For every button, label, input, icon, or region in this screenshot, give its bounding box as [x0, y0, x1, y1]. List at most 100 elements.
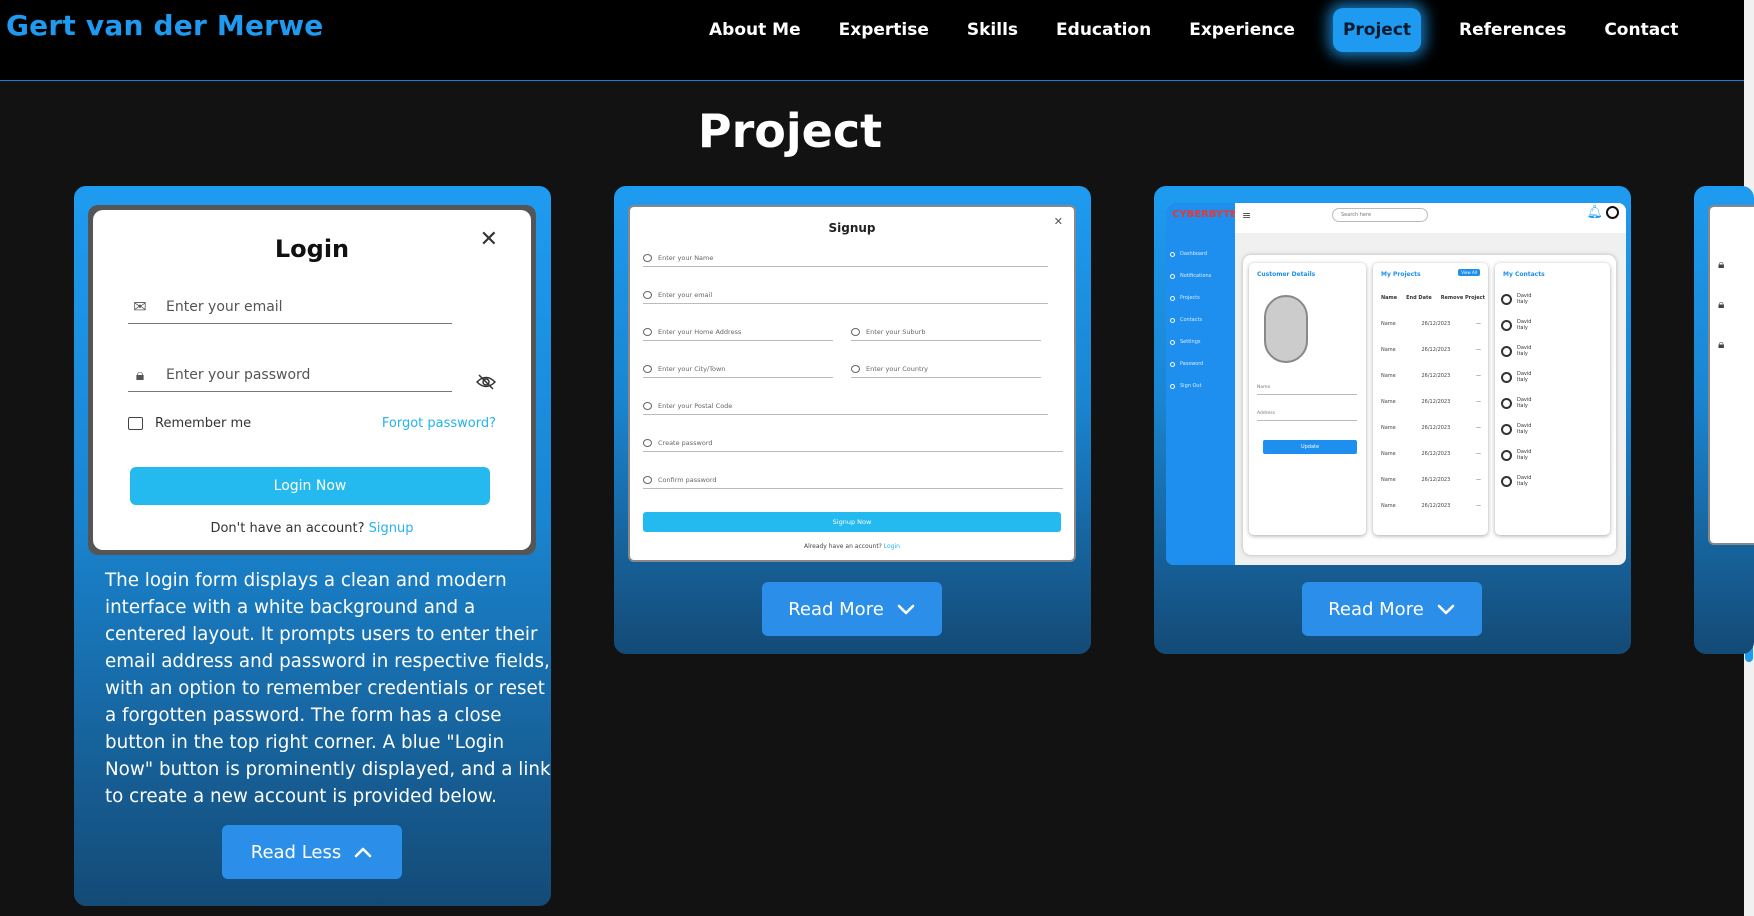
close-icon: ✕ — [1053, 215, 1063, 228]
table-row: Name 26/12/2023— — [1381, 425, 1481, 431]
read-more-button[interactable]: Read More — [762, 582, 942, 636]
my-contacts-panel: My Contacts David Italy David Italy David I… — [1495, 263, 1610, 535]
field-placeholder: Enter your Country — [866, 364, 929, 373]
read-more-button[interactable]: Read More — [1302, 582, 1482, 636]
read-less-button[interactable]: Read Less — [222, 825, 402, 879]
list-item: David Italy — [1501, 449, 1531, 461]
table-row: Name 26/12/2023— — [1381, 503, 1481, 509]
list-item: David Italy — [1501, 293, 1531, 305]
bell-icon: 🔔︎ — [1586, 205, 1603, 220]
signup-title: Signup — [828, 221, 876, 235]
nav-references[interactable]: References — [1440, 8, 1585, 52]
avatar — [1501, 423, 1512, 435]
dashboard-preview-image: CYBERBYTE Dashboard Notifications Projec… — [1166, 203, 1626, 565]
sidebar-item: Notifications — [1170, 273, 1211, 279]
nav-skills[interactable]: Skills — [948, 8, 1037, 52]
lock-icon: 🔒︎ — [1718, 297, 1725, 311]
eye-slash-icon — [475, 374, 497, 394]
avatar — [1501, 449, 1512, 461]
mail-icon — [643, 290, 652, 299]
table-row: Name 26/12/2023— — [1381, 373, 1481, 379]
project-card-dashboard: CYBERBYTE Dashboard Notifications Projec… — [1154, 186, 1631, 654]
login-title: Login — [274, 235, 350, 263]
home-icon — [643, 327, 652, 336]
update-button: Update — [1263, 440, 1357, 454]
brand-name[interactable]: Gert van der Merwe — [6, 9, 323, 42]
project-card-partial: 🔒︎ 🔒︎ 🔒︎ — [1694, 186, 1754, 654]
user-avatar-icon — [1606, 206, 1619, 219]
lock-icon: 🔒︎ — [135, 364, 145, 384]
nav-about-me[interactable]: About Me — [690, 8, 820, 52]
login-form-preview: Login ✕ ✉ Enter your email 🔒︎ Enter your… — [93, 210, 531, 550]
my-projects-panel: My Projects View All Name End Date Remov… — [1373, 263, 1488, 535]
avatar — [1264, 295, 1308, 363]
nav-project[interactable]: Project — [1332, 8, 1422, 52]
field-placeholder: Enter your Postal Code — [658, 401, 733, 410]
nav-education[interactable]: Education — [1037, 8, 1170, 52]
avatar — [1501, 319, 1512, 331]
signup-preview-image: Signup ✕ Enter your Name Enter your emai… — [628, 205, 1076, 562]
login-now-button: Login Now — [130, 467, 490, 505]
avatar — [1501, 371, 1512, 383]
avatar — [1501, 345, 1512, 357]
have-account-text: Already have an account? — [804, 543, 882, 550]
location-pin-icon — [643, 401, 652, 410]
panel-title: My Contacts — [1503, 271, 1545, 278]
table-row: Name 26/12/2023— — [1381, 399, 1481, 405]
site-header: Gert van der Merwe About Me Expertise Sk… — [0, 0, 1744, 81]
avatar — [1501, 475, 1512, 487]
lock-icon — [643, 438, 652, 447]
dashboard-main: Customer Details Name Address Update My … — [1243, 255, 1616, 555]
lock-icon — [643, 475, 652, 484]
sidebar-item: Dashboard — [1170, 251, 1207, 257]
nav-expertise[interactable]: Expertise — [820, 8, 948, 52]
signup-field: Enter your City/Town — [643, 360, 833, 378]
field-placeholder: Create password — [658, 438, 713, 447]
project-description: The login form displays a clean and mode… — [105, 570, 551, 807]
table-row: Name 26/12/2023— — [1381, 347, 1481, 353]
table-row: Name 26/12/2023— — [1381, 321, 1481, 327]
city-icon — [643, 364, 652, 373]
dashboard-sidebar: CYBERBYTE Dashboard Notifications Projec… — [1166, 203, 1237, 565]
remember-label: Remember me — [155, 416, 252, 431]
table-row: Name 26/12/2023— — [1381, 477, 1481, 483]
forgot-password-link: Forgot password? — [381, 416, 496, 431]
field-placeholder: Enter your Name — [658, 253, 714, 262]
user-icon — [643, 253, 652, 262]
globe-icon — [851, 364, 860, 373]
projects-table-header: Name End Date Remove Project — [1381, 295, 1485, 301]
project-card-signup: Signup ✕ Enter your Name Enter your emai… — [614, 186, 1091, 654]
signup-field: Enter your Country — [851, 360, 1041, 378]
signup-field: Enter your email — [643, 286, 1048, 304]
login-preview-image: Login ✕ ✉ Enter your email 🔒︎ Enter your… — [88, 205, 536, 555]
remember-checkbox — [128, 417, 143, 430]
signup-field: Enter your Name — [643, 249, 1048, 267]
cyberbyte-logo: CYBERBYTE — [1172, 209, 1237, 220]
table-row: Name 26/12/2023— — [1381, 451, 1481, 457]
building-icon — [851, 327, 860, 336]
email-field: ✉ Enter your email — [128, 290, 452, 324]
list-item: David Italy — [1501, 397, 1531, 409]
sidebar-item: Password — [1170, 361, 1203, 367]
email-placeholder: Enter your email — [166, 298, 283, 315]
list-item: David Italy — [1501, 475, 1531, 487]
read-more-label: Read More — [1328, 598, 1424, 620]
chevron-up-icon — [354, 847, 372, 858]
customer-field: Name — [1257, 385, 1357, 395]
list-item: David Italy — [1501, 423, 1531, 435]
chevron-down-icon — [1437, 604, 1455, 615]
chevron-down-icon — [897, 604, 915, 615]
nav-contact[interactable]: Contact — [1585, 8, 1697, 52]
signup-field: Enter your Suburb — [851, 323, 1041, 341]
list-item: David Italy — [1501, 345, 1531, 357]
lock-icon: 🔒︎ — [1718, 257, 1725, 271]
nav-experience[interactable]: Experience — [1170, 8, 1314, 52]
login-prompt: Already have an account? Login — [630, 543, 1074, 550]
project-card-login: Login ✕ ✉ Enter your email 🔒︎ Enter your… — [74, 186, 551, 906]
lock-icon: 🔒︎ — [1718, 337, 1725, 351]
dashboard-topbar: ≡ Search here 🔔︎ — [1235, 203, 1626, 233]
field-placeholder: Enter your Suburb — [866, 327, 926, 336]
signup-field: Create password — [643, 434, 1063, 452]
list-item: David Italy — [1501, 371, 1531, 383]
password-placeholder: Enter your password — [166, 366, 311, 383]
